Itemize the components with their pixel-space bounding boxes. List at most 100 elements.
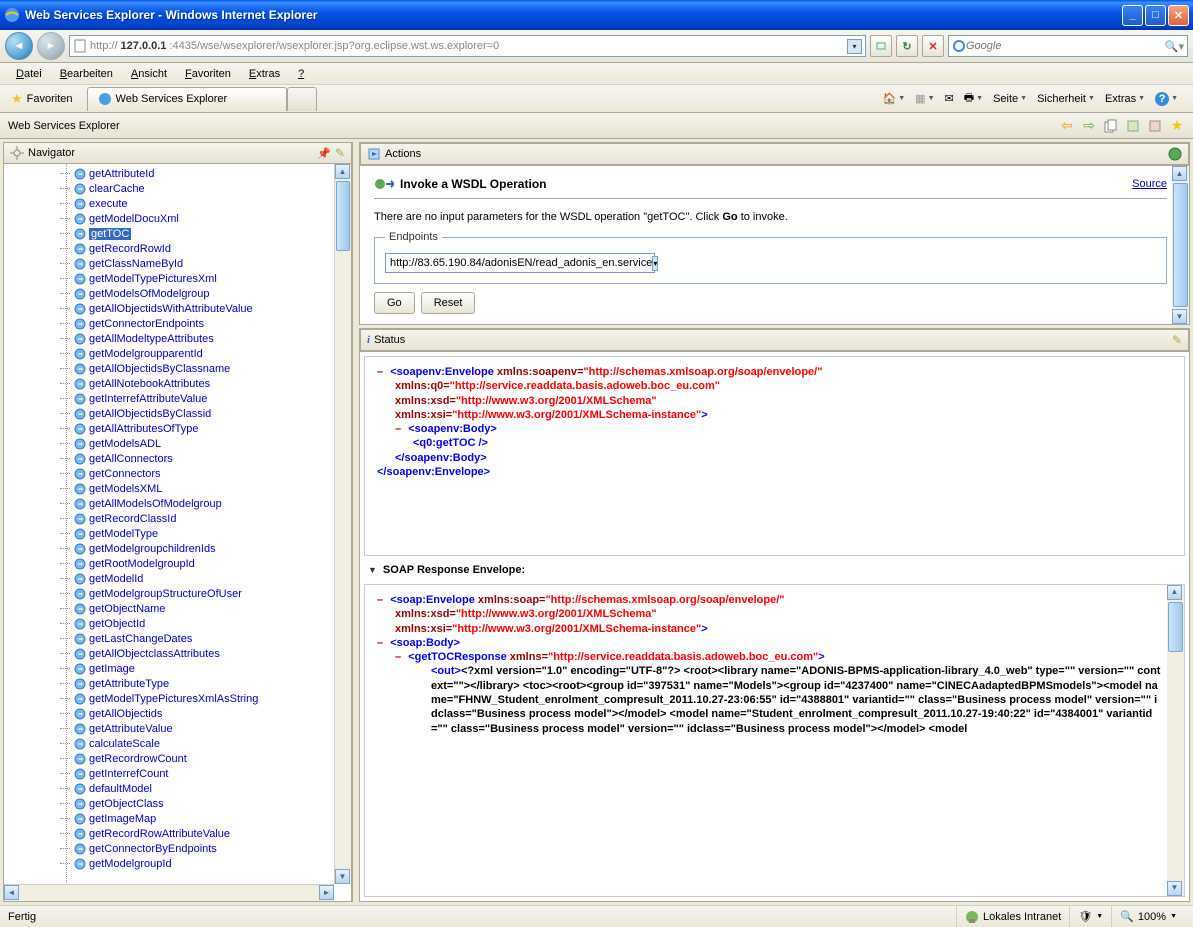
tree-node[interactable]: getInterrefCount [74,766,351,781]
tree-node[interactable]: getInterrefAttributeValue [74,391,351,406]
tree-node[interactable]: getRecordrowCount [74,751,351,766]
tree-node[interactable]: getAttributeValue [74,721,351,736]
refresh-button[interactable]: ↻ [896,35,918,57]
tree-node[interactable]: getTOC [74,226,351,241]
search-submit-icon[interactable]: 🔍▾ [1165,40,1184,53]
globe-icon[interactable] [1168,147,1182,161]
back-button[interactable]: ◄ [5,32,33,60]
scroll-thumb[interactable] [1168,602,1183,652]
home-button[interactable]: 🏠▼ [879,90,910,107]
tree-node[interactable]: getModelType [74,526,351,541]
close-button[interactable]: ✕ [1168,5,1189,26]
tree-node[interactable]: getImageMap [74,811,351,826]
protected-mode-cell[interactable]: 🛡▼ [1069,906,1111,927]
tree-node[interactable]: getModelgroupStructureOfUser [74,586,351,601]
extras-menu[interactable]: Extras▼ [1101,91,1149,107]
page-menu[interactable]: Seite▼ [989,91,1031,107]
wsil-icon[interactable] [1147,118,1163,134]
tree-node[interactable]: getModelsXML [74,481,351,496]
menu-extras[interactable]: Extras [241,66,288,82]
scroll-up-button[interactable]: ▲ [335,164,350,179]
tree-node[interactable]: getModelsADL [74,436,351,451]
tree-node[interactable]: getAllObjectidsByClassid [74,406,351,421]
tree-node[interactable]: getObjectName [74,601,351,616]
zone-cell[interactable]: Lokales Intranet [956,906,1069,927]
tree-scrollbar-h[interactable]: ◄ ► [4,884,334,901]
tree-node[interactable]: getAllNotebookAttributes [74,376,351,391]
tree-node[interactable]: getClassNameById [74,256,351,271]
tree-node[interactable]: getRootModelgroupId [74,556,351,571]
tree-node[interactable]: getObjectClass [74,796,351,811]
tree-node[interactable]: getAttributeId [74,166,351,181]
endpoint-select[interactable]: http://83.65.190.84/adonisEN/read_adonis… [385,253,655,273]
tree-node[interactable]: defaultModel [74,781,351,796]
tree-node[interactable]: calculateScale [74,736,351,751]
tree-node[interactable]: getAllObjectclassAttributes [74,646,351,661]
menu-ansicht[interactable]: Ansicht [123,66,175,82]
tree-scrollbar-v[interactable]: ▲ ▼ [334,164,351,884]
tree-node[interactable]: clearCache [74,181,351,196]
menu-datei[interactable]: Datei [8,66,50,82]
tree-node[interactable]: getAllModelsOfModelgroup [74,496,351,511]
pin-icon[interactable]: 📌 [317,147,331,160]
tree-node[interactable]: getModelgroupparentId [74,346,351,361]
help-button[interactable]: ?▼ [1151,90,1182,108]
maximize-button[interactable]: □ [1145,5,1166,26]
scroll-right-button[interactable]: ► [319,885,334,900]
tree-node[interactable]: getAllModeltypeAttributes [74,331,351,346]
tree-node[interactable]: getModelId [74,571,351,586]
feeds-button[interactable]: ▦▼ [911,90,938,107]
tree-node[interactable]: getModelTypePicturesXmlAsString [74,691,351,706]
menu-help[interactable]: ? [290,66,312,82]
new-tab-button[interactable] [287,87,317,111]
tree-node[interactable]: getObjectId [74,616,351,631]
scroll-down-button[interactable]: ▼ [1167,881,1182,896]
print-button[interactable]: 🖶▼ [960,87,987,110]
scroll-up-button[interactable]: ▲ [1167,585,1182,600]
address-dropdown[interactable]: ▾ [847,39,862,54]
tree-node[interactable]: getLastChangeDates [74,631,351,646]
tree-node[interactable]: getAllConnectors [74,451,351,466]
minimize-button[interactable]: _ [1122,5,1143,26]
source-link[interactable]: Source [1132,178,1167,190]
scroll-down-button[interactable]: ▼ [335,869,350,884]
scroll-up-button[interactable]: ▲ [1172,166,1187,181]
tree-node[interactable]: getAllObjectidsByClassname [74,361,351,376]
tree-node[interactable]: getImage [74,661,351,676]
actions-scrollbar[interactable]: ▲ ▼ [1172,166,1189,324]
security-menu[interactable]: Sicherheit▼ [1033,91,1099,107]
tree-node[interactable]: getAllObjectidsWithAttributeValue [74,301,351,316]
search-box[interactable]: 🔍▾ [948,35,1188,57]
scroll-down-button[interactable]: ▼ [1172,309,1187,324]
reset-button[interactable]: Reset [421,292,476,314]
soap-response-header[interactable]: ▼ SOAP Response Envelope: [360,560,1189,580]
tree-node[interactable]: getModelsOfModelgroup [74,286,351,301]
clear-icon[interactable]: ✎ [1172,333,1182,347]
edit-icon[interactable]: ✎ [335,146,345,160]
tree-node[interactable]: getConnectors [74,466,351,481]
favorites-button[interactable]: ★ Favoriten [5,89,79,109]
response-scrollbar[interactable]: ▲ ▼ [1167,585,1184,896]
scroll-left-button[interactable]: ◄ [4,885,19,900]
tree-node[interactable]: getModelTypePicturesXml [74,271,351,286]
tree-node[interactable]: getModelDocuXml [74,211,351,226]
tree-node[interactable]: getRecordRowId [74,241,351,256]
navigator-tree[interactable]: getAttributeIdclearCacheexecutegetModelD… [3,164,352,902]
tree-node[interactable]: getAllObjectids [74,706,351,721]
compat-button[interactable] [870,35,892,57]
tree-node[interactable]: getConnectorByEndpoints [74,841,351,856]
menu-favoriten[interactable]: Favoriten [177,66,239,82]
tree-node[interactable]: getAllAttributesOfType [74,421,351,436]
zoom-cell[interactable]: 🔍 100% ▼ [1111,906,1185,927]
scroll-thumb-v[interactable] [336,181,350,251]
tree-node[interactable]: getConnectorEndpoints [74,316,351,331]
address-bar[interactable]: http://127.0.0.1:4435/wse/wsexplorer/wse… [69,35,866,57]
scroll-thumb[interactable] [1173,183,1188,307]
tree-node[interactable]: execute [74,196,351,211]
tree-node[interactable]: getAttributeType [74,676,351,691]
go-button[interactable]: Go [374,292,415,314]
favorites-star-icon[interactable]: ★ [1169,118,1185,134]
tree-node[interactable]: getRecordRowAttributeValue [74,826,351,841]
search-input[interactable] [966,40,1165,52]
nav-back-icon[interactable]: ⇦ [1059,118,1075,134]
